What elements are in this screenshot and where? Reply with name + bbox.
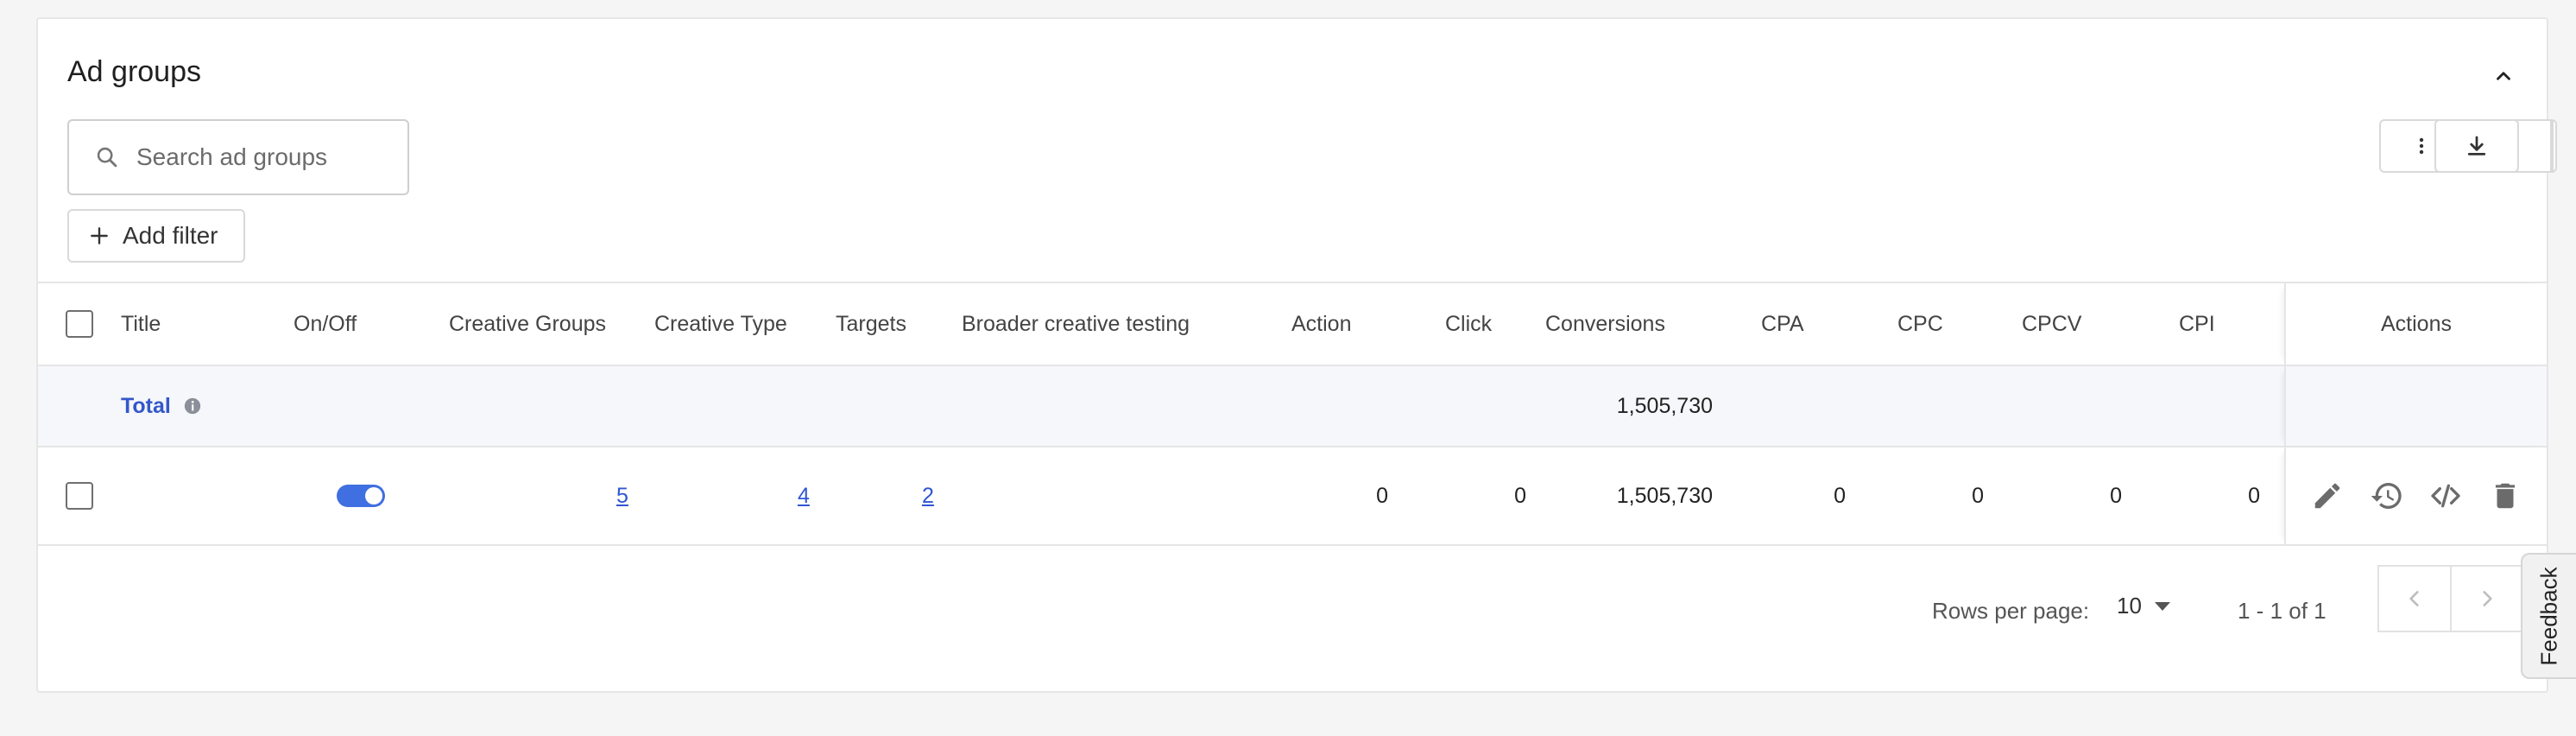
delete-icon xyxy=(2495,483,2515,509)
feedback-tab[interactable]: Feedback xyxy=(2521,553,2576,679)
delete-button[interactable] xyxy=(2486,477,2524,515)
col-cpa[interactable]: CPA xyxy=(1761,283,1804,365)
total-label-cell: Total xyxy=(121,366,202,446)
cpa-value: 0 xyxy=(1834,483,1846,508)
col-action[interactable]: Action xyxy=(1291,283,1351,365)
pagination-range: 1 - 1 of 1 xyxy=(2238,598,2327,624)
col-cpcv[interactable]: CPCV xyxy=(2022,283,2081,365)
row-actions xyxy=(2284,447,2547,544)
col-creative-groups[interactable]: Creative Groups xyxy=(449,283,606,365)
col-targets[interactable]: Targets xyxy=(836,283,906,365)
info-icon[interactable] xyxy=(183,397,202,416)
total-conversions: 1,505,730 xyxy=(1616,393,1713,418)
total-actions-cell xyxy=(2284,366,2547,446)
embed-code-button[interactable] xyxy=(2427,477,2465,515)
cpi-value: 0 xyxy=(2248,483,2260,508)
more-vert-icon xyxy=(2419,137,2424,155)
table-header: Title On/Off Creative Groups Creative Ty… xyxy=(38,282,2547,366)
col-click[interactable]: Click xyxy=(1445,283,1492,365)
section-title: Ad groups xyxy=(67,55,201,88)
download-icon xyxy=(2467,136,2486,155)
onoff-toggle[interactable] xyxy=(337,485,385,507)
col-onoff[interactable]: On/Off xyxy=(294,283,357,365)
targets-link[interactable]: 2 xyxy=(922,447,934,544)
edit-icon xyxy=(2315,483,2340,509)
feedback-label: Feedback xyxy=(2535,566,2562,666)
chevron-right-icon xyxy=(2483,591,2492,606)
col-title[interactable]: Title xyxy=(121,283,161,365)
cpcv-value: 0 xyxy=(2110,483,2122,508)
col-broader-creative-testing[interactable]: Broader creative testing xyxy=(962,283,1190,365)
total-label: Total xyxy=(121,393,171,418)
edit-button[interactable] xyxy=(2308,477,2346,515)
cpc-value: 0 xyxy=(1972,483,1984,508)
add-filter-button[interactable]: Add filter xyxy=(67,209,245,263)
creative-groups-link[interactable]: 5 xyxy=(616,447,628,544)
search-icon xyxy=(97,147,117,168)
rows-per-page-select[interactable]: 10 xyxy=(2117,593,2171,619)
col-conversions[interactable]: Conversions xyxy=(1545,283,1665,365)
caret-down-icon xyxy=(2154,601,2170,611)
row-checkbox[interactable] xyxy=(66,482,93,510)
action-value: 0 xyxy=(1376,483,1388,508)
collapse-button[interactable] xyxy=(2486,59,2521,93)
col-cpi[interactable]: CPI xyxy=(2179,283,2215,365)
col-cpc[interactable]: CPC xyxy=(1897,283,1943,365)
total-row: Total 1,505,730 xyxy=(38,366,2547,447)
col-creative-type[interactable]: Creative Type xyxy=(654,283,787,365)
table-row: 5 4 2 0 0 1,505,730 0 0 0 0 xyxy=(38,447,2547,546)
conversions-value: 1,505,730 xyxy=(1616,483,1713,508)
search-input[interactable] xyxy=(136,143,395,171)
search-box xyxy=(67,119,409,195)
next-page-button[interactable] xyxy=(2450,565,2524,632)
creative-type-link[interactable]: 4 xyxy=(798,447,810,544)
download-button[interactable] xyxy=(2434,119,2519,173)
unused xyxy=(2550,119,2554,173)
select-all-checkbox[interactable] xyxy=(66,310,93,338)
prev-page-button[interactable] xyxy=(2377,565,2452,632)
col-actions: Actions xyxy=(2284,283,2547,365)
history-button[interactable] xyxy=(2368,477,2406,515)
add-filter-label: Add filter xyxy=(123,222,218,249)
click-value: 0 xyxy=(1514,483,1526,508)
toggle-knob xyxy=(365,487,382,504)
rows-per-page-label: Rows per page: xyxy=(1932,598,2090,624)
chevron-left-icon xyxy=(2409,591,2419,606)
code-icon xyxy=(2431,484,2460,508)
ad-groups-card: Ad groups Add filter Title On/Off Creati… xyxy=(36,17,2557,693)
rows-per-page-value: 10 xyxy=(2117,593,2142,619)
plus-icon xyxy=(91,227,108,244)
chevron-up-icon xyxy=(2497,72,2510,80)
history-icon xyxy=(2371,483,2402,509)
